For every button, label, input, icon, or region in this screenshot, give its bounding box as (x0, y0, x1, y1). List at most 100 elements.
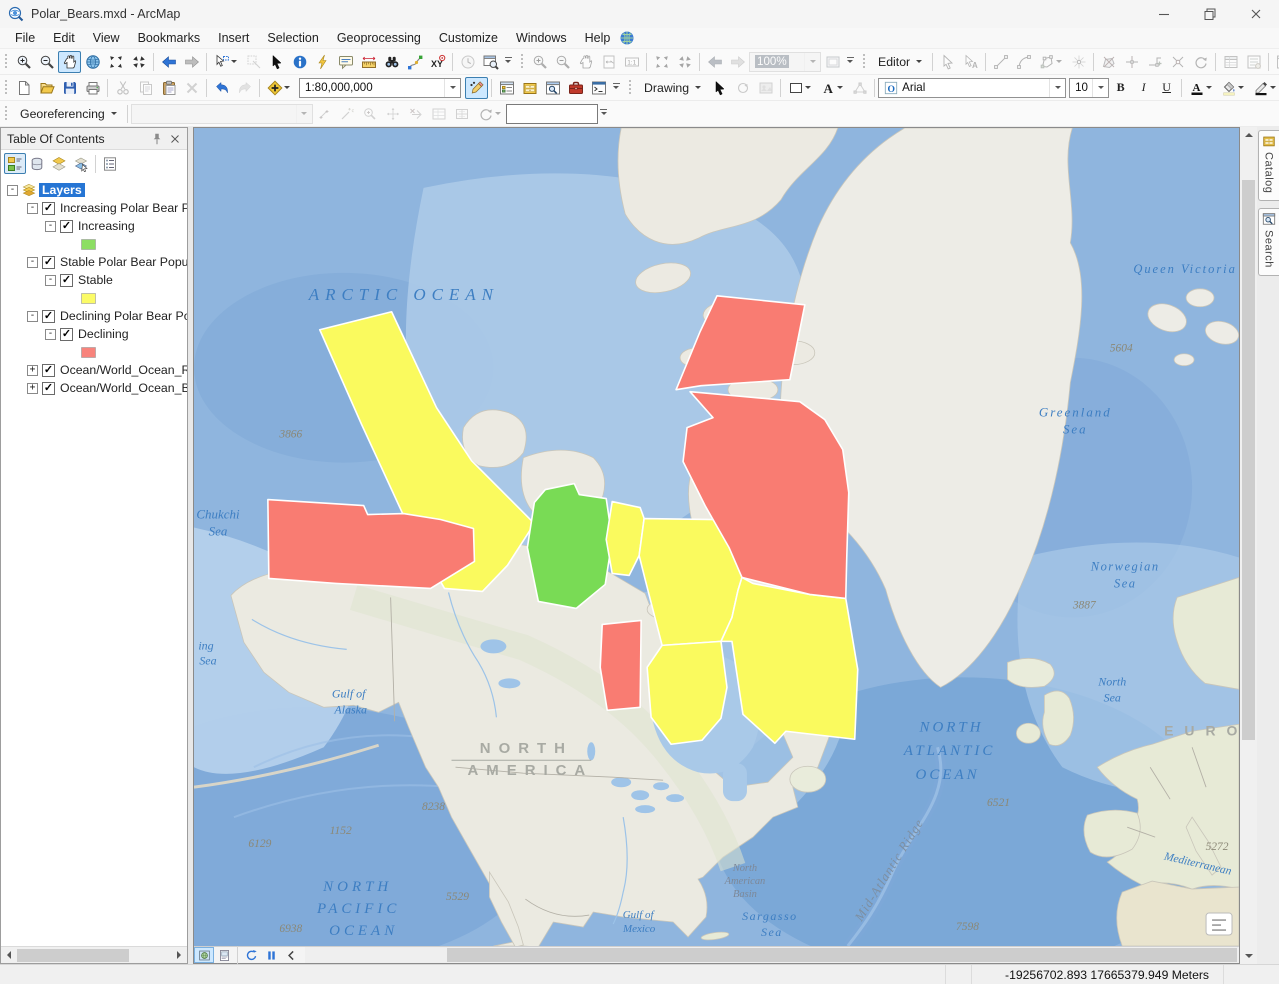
region-increasing-viscount[interactable] (527, 484, 612, 609)
time-slider-button[interactable] (456, 51, 479, 73)
dropdown-caret[interactable] (1205, 84, 1213, 92)
python-window-button[interactable] (587, 77, 610, 99)
text-tool-button[interactable]: A (816, 77, 848, 99)
layout-fixed-zoom-out-button[interactable] (673, 51, 696, 73)
layers-label[interactable]: Layers (39, 183, 85, 197)
layer-label[interactable]: Declining Polar Bear Po (60, 309, 187, 323)
delete-button[interactable] (180, 77, 203, 99)
clear-selection-button[interactable] (242, 51, 265, 73)
layer-label[interactable]: Increasing Polar Bear Po (60, 201, 187, 215)
menu-customize[interactable]: Customize (430, 29, 507, 47)
rotation-angle-input[interactable] (506, 104, 598, 124)
auto-registration-button[interactable] (336, 103, 359, 125)
drawing-menu-button[interactable]: Drawing (636, 78, 708, 98)
editor-menu-button[interactable]: Editor (870, 52, 929, 72)
scroll-right-arrow[interactable] (172, 948, 187, 963)
menu-file[interactable]: File (6, 29, 44, 47)
table-of-contents-button[interactable] (495, 77, 518, 99)
list-by-selection-button[interactable] (70, 153, 92, 174)
bold-button[interactable]: B (1109, 77, 1132, 99)
open-map-button[interactable] (35, 77, 58, 99)
toc-horizontal-scrollbar[interactable] (1, 946, 187, 963)
save-button[interactable] (58, 77, 81, 99)
pin-button[interactable] (148, 130, 166, 148)
font-color-button[interactable]: A (1185, 77, 1217, 99)
paste-button[interactable] (157, 77, 180, 99)
go-forward-extent-button[interactable] (180, 51, 203, 73)
layer-checkbox[interactable] (60, 328, 73, 341)
collapse-icon[interactable] (27, 203, 38, 214)
combo-dropdown[interactable] (1092, 79, 1108, 97)
print-button[interactable] (81, 77, 104, 99)
layer-label[interactable]: Increasing (78, 219, 135, 233)
scroll-down-arrow[interactable] (1241, 949, 1256, 964)
menu-geoprocessing[interactable]: Geoprocessing (328, 29, 430, 47)
layer-checkbox[interactable] (42, 310, 55, 323)
layer-checkbox[interactable] (42, 382, 55, 395)
toc-node-stable-layer[interactable]: Stable Polar Bear Popul (1, 253, 187, 271)
minimize-button[interactable] (1141, 0, 1187, 28)
layer-checkbox[interactable] (60, 274, 73, 287)
map-overflow-button[interactable] (1206, 913, 1232, 935)
rotate-tool-button[interactable] (1189, 51, 1212, 73)
toc-node-layers[interactable]: Layers (1, 181, 187, 199)
toc-node-increasing-layer[interactable]: Increasing Polar Bear Po (1, 199, 187, 217)
add-control-points-button[interactable] (313, 103, 336, 125)
toc-node-declining-class[interactable]: Declining (1, 325, 187, 343)
layout-fixed-zoom-in-button[interactable] (650, 51, 673, 73)
pause-drawing-button[interactable] (261, 947, 281, 963)
menu-edit[interactable]: Edit (44, 29, 84, 47)
layout-back-button[interactable] (703, 51, 726, 73)
edit-vertices-button[interactable] (848, 77, 871, 99)
collapse-icon[interactable] (45, 221, 56, 232)
add-data-button[interactable] (263, 77, 295, 99)
arctoolbox-button[interactable] (564, 77, 587, 99)
legend-swatch[interactable] (81, 239, 96, 250)
new-map-button[interactable] (12, 77, 35, 99)
list-by-drawing-order-button[interactable] (4, 153, 26, 174)
zoom-100-button[interactable]: 1:1 (620, 51, 643, 73)
fill-color-button[interactable] (1217, 77, 1249, 99)
dropdown-caret[interactable] (283, 84, 291, 92)
layer-label[interactable]: Ocean/World_Ocean_R (60, 363, 187, 377)
scrollbar-thumb[interactable] (1242, 180, 1255, 740)
menu-bookmarks[interactable]: Bookmarks (129, 29, 210, 47)
sketch-properties-button[interactable] (1242, 51, 1265, 73)
catalog-tab[interactable]: Catalog (1258, 130, 1279, 201)
menu-view[interactable]: View (84, 29, 129, 47)
toc-node-stable-class[interactable]: Stable (1, 271, 187, 289)
menu-help[interactable]: Help (576, 29, 620, 47)
select-graphics-button[interactable] (754, 77, 777, 99)
redo-button[interactable] (233, 77, 256, 99)
dropdown-caret[interactable] (1269, 84, 1277, 92)
toc-node-declining-layer[interactable]: Declining Polar Bear Po (1, 307, 187, 325)
expand-icon[interactable] (27, 365, 38, 376)
toolbar-grip[interactable] (628, 79, 632, 96)
line-color-button[interactable] (1249, 77, 1279, 99)
map-scale-combo[interactable]: 1:80,000,000 (299, 78, 461, 98)
layout-zoom-out-button[interactable] (551, 51, 574, 73)
full-extent-button[interactable] (81, 51, 104, 73)
copy-button[interactable] (134, 77, 157, 99)
collapse-icon[interactable] (45, 275, 56, 286)
layer-label[interactable]: Declining (78, 327, 129, 341)
viewer-window-button[interactable] (479, 51, 502, 73)
attributes-button[interactable] (1219, 51, 1242, 73)
toc-node-increasing-class[interactable]: Increasing (1, 217, 187, 235)
zoom-out-button[interactable] (35, 51, 58, 73)
shift-raster-button[interactable] (382, 103, 405, 125)
layer-checkbox[interactable] (42, 202, 55, 215)
layer-label[interactable]: Ocean/World_Ocean_B (60, 381, 187, 395)
find-route-button[interactable] (403, 51, 426, 73)
scrollbar-thumb[interactable] (447, 948, 1237, 962)
georeferencing-menu-button[interactable]: Georeferencing (12, 104, 124, 124)
expand-icon[interactable] (27, 383, 38, 394)
underline-button[interactable]: U (1155, 77, 1178, 99)
straight-segment-button[interactable] (989, 51, 1012, 73)
map-vertical-scrollbar[interactable] (1240, 127, 1257, 964)
split-button[interactable] (1120, 51, 1143, 73)
scroll-up-arrow[interactable] (1241, 127, 1256, 142)
point-snap-button[interactable] (1067, 51, 1090, 73)
hyperlink-button[interactable] (311, 51, 334, 73)
map-canvas[interactable]: ARCTIC OCEAN Chukchi Sea ing Sea Queen V… (194, 128, 1239, 946)
